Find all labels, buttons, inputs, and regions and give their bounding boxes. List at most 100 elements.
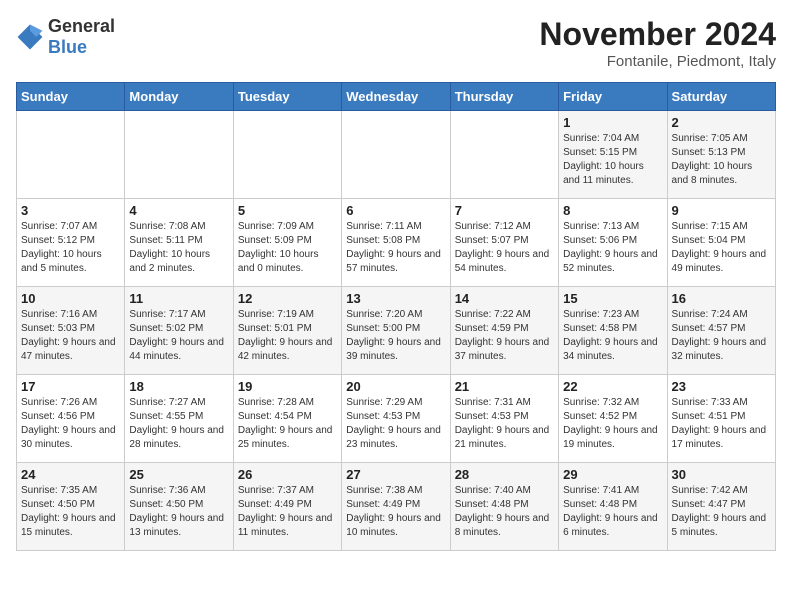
calendar-cell: 7Sunrise: 7:12 AM Sunset: 5:07 PM Daylig… (450, 199, 558, 287)
calendar-cell: 26 Sunrise: 7:37 AM Sunset: 4:49 PM Dayli… (233, 463, 341, 551)
day-header-saturday: Saturday (667, 83, 775, 111)
day-number: 27 (346, 467, 445, 482)
calendar-cell: 11Sunrise: 7:17 AM Sunset: 5:02 PM Dayli… (125, 287, 233, 375)
day-header-tuesday: Tuesday (233, 83, 341, 111)
day-info: Sunrise: 7:31 AM Sunset: 4:53 PM Dayligh… (455, 396, 554, 452)
calendar-cell: 16 Sunrise: 7:24 AM Sunset: 4:57 PM Dayli… (667, 287, 775, 375)
day-number: 8 (563, 203, 662, 218)
calendar-cell: 6 Sunrise: 7:11 AM Sunset: 5:08 PM Daylig… (342, 199, 450, 287)
day-info: Sunrise: 7:41 AM Sunset: 4:48 PM Dayligh… (563, 484, 662, 540)
calendar-cell: 9 Sunrise: 7:15 AM Sunset: 5:04 PM Daylig… (667, 199, 775, 287)
calendar-cell: 19 Sunrise: 7:28 AM Sunset: 4:54 PM Dayli… (233, 375, 341, 463)
day-number: 5 (238, 203, 337, 218)
calendar-cell: 18 Sunrise: 7:27 AM Sunset: 4:55 PM Dayli… (125, 375, 233, 463)
day-info: Sunrise: 7:11 AM Sunset: 5:08 PM Dayligh… (346, 220, 445, 276)
day-number: 1 (563, 115, 662, 130)
calendar-cell (17, 111, 125, 199)
day-info: Sunrise: 7:24 AM Sunset: 4:57 PM Dayligh… (672, 308, 771, 364)
day-number: 22 (563, 379, 662, 394)
day-info: Sunrise: 7:36 AM Sunset: 4:50 PM Dayligh… (129, 484, 228, 540)
month-title: November 2024 (539, 16, 776, 53)
day-number: 30 (672, 467, 771, 482)
calendar-cell: 27 Sunrise: 7:38 AM Sunset: 4:49 PM Dayli… (342, 463, 450, 551)
day-number: 19 (238, 379, 337, 394)
calendar-cell (125, 111, 233, 199)
day-number: 16 (672, 291, 771, 306)
day-number: 20 (346, 379, 445, 394)
calendar-cell: 24 Sunrise: 7:35 AM Sunset: 4:50 PM Dayli… (17, 463, 125, 551)
day-info: Sunrise: 7:32 AM Sunset: 4:52 PM Dayligh… (563, 396, 662, 452)
calendar-cell: 1Sunrise: 7:04 AM Sunset: 5:15 PM Daylig… (559, 111, 667, 199)
calendar-cell: 10 Sunrise: 7:16 AM Sunset: 5:03 PM Dayli… (17, 287, 125, 375)
calendar-cell: 17 Sunrise: 7:26 AM Sunset: 4:56 PM Dayli… (17, 375, 125, 463)
day-info: Sunrise: 7:19 AM Sunset: 5:01 PM Dayligh… (238, 308, 337, 364)
day-number: 12 (238, 291, 337, 306)
day-number: 9 (672, 203, 771, 218)
day-header-wednesday: Wednesday (342, 83, 450, 111)
calendar-cell: 25Sunrise: 7:36 AM Sunset: 4:50 PM Dayli… (125, 463, 233, 551)
calendar-cell: 4 Sunrise: 7:08 AM Sunset: 5:11 PM Daylig… (125, 199, 233, 287)
day-number: 17 (21, 379, 120, 394)
day-info: Sunrise: 7:40 AM Sunset: 4:48 PM Dayligh… (455, 484, 554, 540)
day-info: Sunrise: 7:35 AM Sunset: 4:50 PM Dayligh… (21, 484, 120, 540)
calendar-cell: 29 Sunrise: 7:41 AM Sunset: 4:48 PM Dayli… (559, 463, 667, 551)
calendar-cell (450, 111, 558, 199)
day-number: 23 (672, 379, 771, 394)
day-number: 10 (21, 291, 120, 306)
day-number: 29 (563, 467, 662, 482)
logo-icon (16, 23, 44, 51)
day-number: 15 (563, 291, 662, 306)
calendar-cell (233, 111, 341, 199)
calendar-cell: 13 Sunrise: 7:20 AM Sunset: 5:00 PM Dayli… (342, 287, 450, 375)
calendar-cell: 14 Sunrise: 7:22 AM Sunset: 4:59 PM Dayli… (450, 287, 558, 375)
calendar-cell: 12 Sunrise: 7:19 AM Sunset: 5:01 PM Dayli… (233, 287, 341, 375)
calendar-cell (342, 111, 450, 199)
day-info: Sunrise: 7:05 AM Sunset: 5:13 PM Dayligh… (672, 132, 771, 188)
day-info: Sunrise: 7:27 AM Sunset: 4:55 PM Dayligh… (129, 396, 228, 452)
day-info: Sunrise: 7:07 AM Sunset: 5:12 PM Dayligh… (21, 220, 120, 276)
day-number: 2 (672, 115, 771, 130)
day-number: 26 (238, 467, 337, 482)
logo-general: General (48, 16, 115, 36)
day-info: Sunrise: 7:26 AM Sunset: 4:56 PM Dayligh… (21, 396, 120, 452)
calendar-week-3: 10 Sunrise: 7:16 AM Sunset: 5:03 PM Dayli… (17, 287, 776, 375)
day-info: Sunrise: 7:09 AM Sunset: 5:09 PM Dayligh… (238, 220, 337, 276)
day-number: 6 (346, 203, 445, 218)
logo-blue: Blue (48, 37, 87, 57)
day-number: 28 (455, 467, 554, 482)
day-info: Sunrise: 7:37 AM Sunset: 4:49 PM Dayligh… (238, 484, 337, 540)
day-info: Sunrise: 7:38 AM Sunset: 4:49 PM Dayligh… (346, 484, 445, 540)
day-number: 24 (21, 467, 120, 482)
day-number: 3 (21, 203, 120, 218)
day-info: Sunrise: 7:33 AM Sunset: 4:51 PM Dayligh… (672, 396, 771, 452)
calendar-cell: 20Sunrise: 7:29 AM Sunset: 4:53 PM Dayli… (342, 375, 450, 463)
location-subtitle: Fontanile, Piedmont, Italy (539, 53, 776, 70)
day-number: 11 (129, 291, 228, 306)
day-info: Sunrise: 7:16 AM Sunset: 5:03 PM Dayligh… (21, 308, 120, 364)
day-header-thursday: Thursday (450, 83, 558, 111)
calendar-cell: 3 Sunrise: 7:07 AM Sunset: 5:12 PM Daylig… (17, 199, 125, 287)
day-info: Sunrise: 7:23 AM Sunset: 4:58 PM Dayligh… (563, 308, 662, 364)
calendar-week-4: 17 Sunrise: 7:26 AM Sunset: 4:56 PM Dayli… (17, 375, 776, 463)
page-header: General Blue November 2024 Fontanile, Pi… (16, 16, 776, 70)
day-info: Sunrise: 7:22 AM Sunset: 4:59 PM Dayligh… (455, 308, 554, 364)
day-info: Sunrise: 7:12 AM Sunset: 5:07 PM Dayligh… (455, 220, 554, 276)
day-number: 21 (455, 379, 554, 394)
day-number: 13 (346, 291, 445, 306)
day-info: Sunrise: 7:15 AM Sunset: 5:04 PM Dayligh… (672, 220, 771, 276)
day-number: 18 (129, 379, 228, 394)
day-info: Sunrise: 7:08 AM Sunset: 5:11 PM Dayligh… (129, 220, 228, 276)
day-number: 14 (455, 291, 554, 306)
calendar-week-5: 24 Sunrise: 7:35 AM Sunset: 4:50 PM Dayli… (17, 463, 776, 551)
day-info: Sunrise: 7:28 AM Sunset: 4:54 PM Dayligh… (238, 396, 337, 452)
calendar-cell: 5 Sunrise: 7:09 AM Sunset: 5:09 PM Daylig… (233, 199, 341, 287)
day-header-monday: Monday (125, 83, 233, 111)
day-number: 4 (129, 203, 228, 218)
logo: General Blue (16, 16, 115, 58)
day-info: Sunrise: 7:20 AM Sunset: 5:00 PM Dayligh… (346, 308, 445, 364)
calendar-cell: 22 Sunrise: 7:32 AM Sunset: 4:52 PM Dayli… (559, 375, 667, 463)
calendar-cell: 21 Sunrise: 7:31 AM Sunset: 4:53 PM Dayli… (450, 375, 558, 463)
calendar-week-1: 1Sunrise: 7:04 AM Sunset: 5:15 PM Daylig… (17, 111, 776, 199)
calendar-cell: 2 Sunrise: 7:05 AM Sunset: 5:13 PM Daylig… (667, 111, 775, 199)
calendar-table: SundayMondayTuesdayWednesdayThursdayFrid… (16, 82, 776, 551)
